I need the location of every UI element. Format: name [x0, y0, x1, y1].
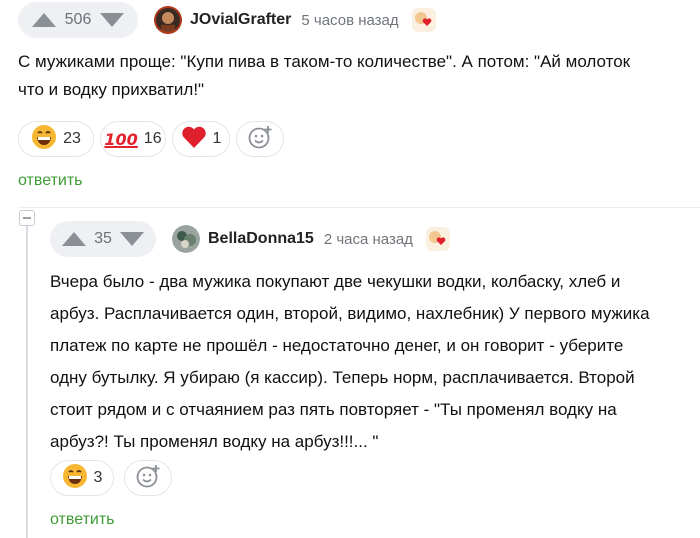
avatar[interactable]	[154, 6, 182, 34]
hundred-points-icon: 100	[104, 129, 138, 149]
add-reaction-button[interactable]	[124, 460, 172, 496]
vote-count: 506	[64, 11, 92, 28]
collapse-thread-button[interactable]	[19, 210, 35, 226]
add-reaction-button[interactable]	[236, 121, 284, 157]
reactions-bar: 23 100 16 1	[18, 121, 284, 157]
reaction-heart[interactable]: 1	[172, 121, 230, 157]
reaction-hundred[interactable]: 100 16	[100, 121, 166, 157]
reaction-count: 1	[212, 130, 222, 147]
red-heart-icon	[181, 125, 207, 154]
award-badge-icon	[411, 7, 437, 33]
timestamp[interactable]: 2 часа назад	[324, 231, 413, 248]
comment-body: Вчера было - два мужика покупают две чек…	[50, 266, 690, 458]
comment-line: арбуз. Расплачивается один, второй, види…	[50, 304, 650, 323]
reply-link[interactable]: ответить	[50, 511, 115, 529]
reaction-count: 3	[93, 469, 103, 486]
award-badge-icon	[425, 226, 451, 252]
add-emoji-icon	[247, 124, 273, 155]
reaction-count: 23	[63, 130, 81, 147]
comment-line: стоит рядом и с отчаянием раз пять повто…	[50, 400, 617, 419]
comment-line: Вчера было - два мужика покупают две чек…	[50, 272, 621, 291]
username[interactable]: BellaDonna15	[208, 230, 314, 248]
downvote-button[interactable]	[99, 13, 124, 27]
reactions-bar: 3	[50, 460, 172, 496]
avatar[interactable]	[172, 225, 200, 253]
comment-line: платеж по карте не прошёл - недостаточно…	[50, 336, 624, 355]
comment-body: С мужиками проще: "Купи пива в таком-то …	[18, 48, 688, 104]
divider	[18, 207, 700, 208]
reaction-grinning[interactable]: 23	[18, 121, 94, 157]
grinning-face-icon	[31, 124, 57, 155]
upvote-button[interactable]	[62, 232, 86, 246]
vote-count: 35	[94, 230, 112, 247]
reaction-grinning[interactable]: 3	[50, 460, 114, 496]
add-emoji-icon	[135, 463, 161, 494]
comment-line: арбуз?! Ты променял водку на арбуз!!!...…	[50, 432, 379, 451]
username[interactable]: JOvialGrafter	[190, 11, 291, 29]
minus-icon	[23, 217, 31, 219]
grinning-face-icon	[62, 463, 88, 494]
comment-line: что и водку прихватил!"	[18, 80, 205, 99]
comment-line: С мужиками проще: "Купи пива в таком-то …	[18, 52, 631, 71]
vote-box: 506	[18, 2, 138, 38]
comment-line: одну бутылку. Я убираю (я кассир). Тепер…	[50, 368, 635, 387]
reply-link[interactable]: ответить	[18, 172, 83, 190]
comment-header: 35 BellaDonna15 2 часа назад	[50, 221, 451, 257]
thread-line[interactable]	[26, 222, 28, 538]
vote-box: 35	[50, 221, 156, 257]
upvote-button[interactable]	[32, 13, 56, 27]
reaction-count: 16	[143, 130, 162, 147]
downvote-button[interactable]	[119, 232, 144, 246]
timestamp[interactable]: 5 часов назад	[301, 12, 398, 29]
comment-header: 506 JOvialGrafter 5 часов назад	[18, 2, 437, 38]
